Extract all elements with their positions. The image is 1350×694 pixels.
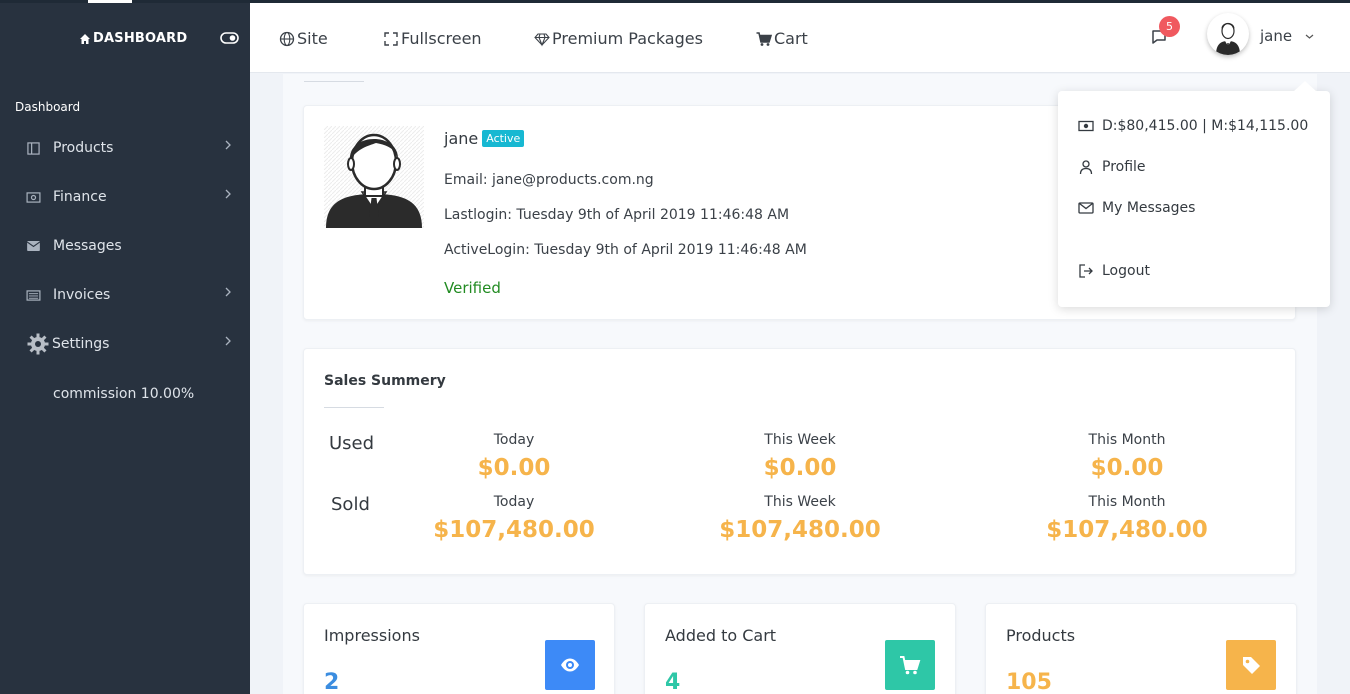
money-icon	[26, 190, 41, 205]
nav-label: Cart	[774, 29, 808, 48]
used-row-label: Used	[329, 433, 375, 454]
profile-menu-item[interactable]: Profile	[1078, 159, 1146, 175]
sold-week-value: $107,480.00	[719, 517, 881, 543]
envelope-icon	[1078, 202, 1094, 214]
sales-summary-card: Sales Summery Used Today This Week This …	[303, 348, 1296, 575]
user-avatar-image	[1216, 22, 1240, 55]
sidebar: DASHBOARD Dashboard Products Finance Mes…	[0, 0, 250, 694]
stat-value: 2	[324, 670, 340, 694]
sidebar-item-messages[interactable]: Messages	[26, 234, 236, 258]
section-divider	[304, 81, 364, 82]
nav-label: Fullscreen	[401, 29, 482, 48]
profile-active-login: ActiveLogin: Tuesday 9th of April 2019 1…	[444, 242, 807, 258]
my-messages-menu-item[interactable]: My Messages	[1078, 200, 1195, 216]
sidebar-item-label: Products	[53, 140, 114, 156]
status-badge: Active	[482, 130, 525, 147]
sold-week-label: This Week	[764, 494, 836, 510]
chevron-right-icon	[225, 336, 231, 346]
profile-last-login: Lastlogin: Tuesday 9th of April 2019 11:…	[444, 207, 790, 223]
used-week-label: This Week	[764, 432, 836, 448]
sidebar-toggle-icon[interactable]	[220, 31, 239, 45]
used-today-value: $0.00	[477, 455, 551, 481]
logout-icon	[1079, 264, 1093, 278]
eye-icon	[545, 640, 595, 690]
logout-menu-item[interactable]: Logout	[1078, 263, 1150, 279]
impressions-card: Impressions 2	[303, 603, 615, 694]
stat-title: Impressions	[324, 626, 420, 645]
sidebar-item-label: Invoices	[53, 287, 111, 303]
invoice-icon	[26, 288, 41, 303]
sidebar-item-label: Finance	[53, 189, 107, 205]
money-icon	[1078, 120, 1094, 132]
sold-today-value: $107,480.00	[433, 517, 595, 543]
top-border	[0, 0, 1350, 3]
sold-row-label: Sold	[331, 494, 370, 515]
chevron-right-icon	[225, 189, 231, 199]
sidebar-item-products[interactable]: Products	[26, 136, 236, 160]
sales-title-underline	[324, 407, 384, 408]
nav-site-link[interactable]: Site	[279, 29, 328, 48]
nav-label: Premium Packages	[552, 29, 703, 48]
chevron-right-icon	[225, 287, 231, 297]
stat-title: Products	[1006, 626, 1076, 645]
sidebar-item-label: Settings	[52, 336, 110, 352]
dropdown-caret	[1294, 81, 1316, 91]
used-month-label: This Month	[1088, 432, 1166, 448]
products-card: Products 105	[985, 603, 1297, 694]
menu-label: Profile	[1102, 159, 1146, 175]
chevron-right-icon	[225, 140, 231, 150]
menu-label: My Messages	[1102, 200, 1196, 216]
gear-icon	[26, 332, 50, 356]
diamond-icon	[534, 32, 550, 46]
commission-text: commission 10.00%	[53, 386, 195, 402]
user-dropdown-menu: D:$80,415.00 | M:$14,115.00 Profile My M…	[1058, 81, 1330, 307]
used-month-value: $0.00	[1090, 455, 1164, 481]
nav-premium-link[interactable]: Premium Packages	[534, 29, 703, 48]
sidebar-item-finance[interactable]: Finance	[26, 185, 236, 209]
sold-today-label: Today	[493, 494, 535, 510]
user-name[interactable]: jane	[1260, 27, 1292, 45]
fullscreen-icon	[384, 31, 398, 46]
menu-label: Logout	[1102, 263, 1150, 279]
sales-summary-title: Sales Summery	[324, 373, 446, 389]
used-week-value: $0.00	[763, 455, 837, 481]
cart-icon	[885, 640, 935, 690]
sidebar-item-invoices[interactable]: Invoices	[26, 283, 236, 307]
stat-value: 105	[1006, 670, 1052, 694]
verified-status: Verified	[444, 279, 501, 297]
globe-icon	[279, 31, 295, 46]
sold-month-label: This Month	[1088, 494, 1166, 510]
nav-cart-link[interactable]: Cart	[756, 29, 808, 48]
profile-name-row: jane Active	[444, 129, 525, 148]
stat-title: Added to Cart	[665, 626, 777, 645]
sidebar-heading: Dashboard	[15, 100, 81, 114]
top-border-mark	[88, 0, 132, 3]
brand-label: DASHBOARD	[93, 31, 188, 46]
user-avatar[interactable]	[1207, 13, 1249, 55]
top-navbar: Site Fullscreen Premium Packages Cart 5 …	[250, 3, 1350, 73]
nav-label: Site	[297, 29, 328, 48]
sold-month-value: $107,480.00	[1046, 517, 1208, 543]
balance-text: D:$80,415.00 | M:$14,115.00	[1102, 118, 1309, 134]
added-to-cart-card: Added to Cart 4	[644, 603, 956, 694]
chevron-down-icon[interactable]	[1305, 33, 1314, 40]
sidebar-item-settings[interactable]: Settings	[26, 332, 236, 356]
profile-email: Email: jane@products.com.ng	[444, 172, 654, 188]
notification-badge: 5	[1159, 16, 1180, 37]
stat-value: 4	[665, 670, 681, 694]
cart-icon	[756, 31, 772, 46]
used-today-label: Today	[493, 432, 535, 448]
nav-fullscreen-link[interactable]: Fullscreen	[383, 29, 482, 48]
brand-link[interactable]: DASHBOARD	[79, 31, 187, 46]
balance-item[interactable]: D:$80,415.00 | M:$14,115.00	[1078, 118, 1308, 134]
user-icon	[1079, 160, 1093, 175]
tag-icon	[1226, 640, 1276, 690]
sidebar-item-label: Messages	[53, 238, 122, 254]
profile-name: jane	[444, 129, 479, 148]
columns-icon	[26, 141, 41, 156]
home-icon	[80, 33, 90, 44]
profile-avatar-icon	[324, 126, 424, 228]
envelope-icon	[26, 239, 41, 254]
